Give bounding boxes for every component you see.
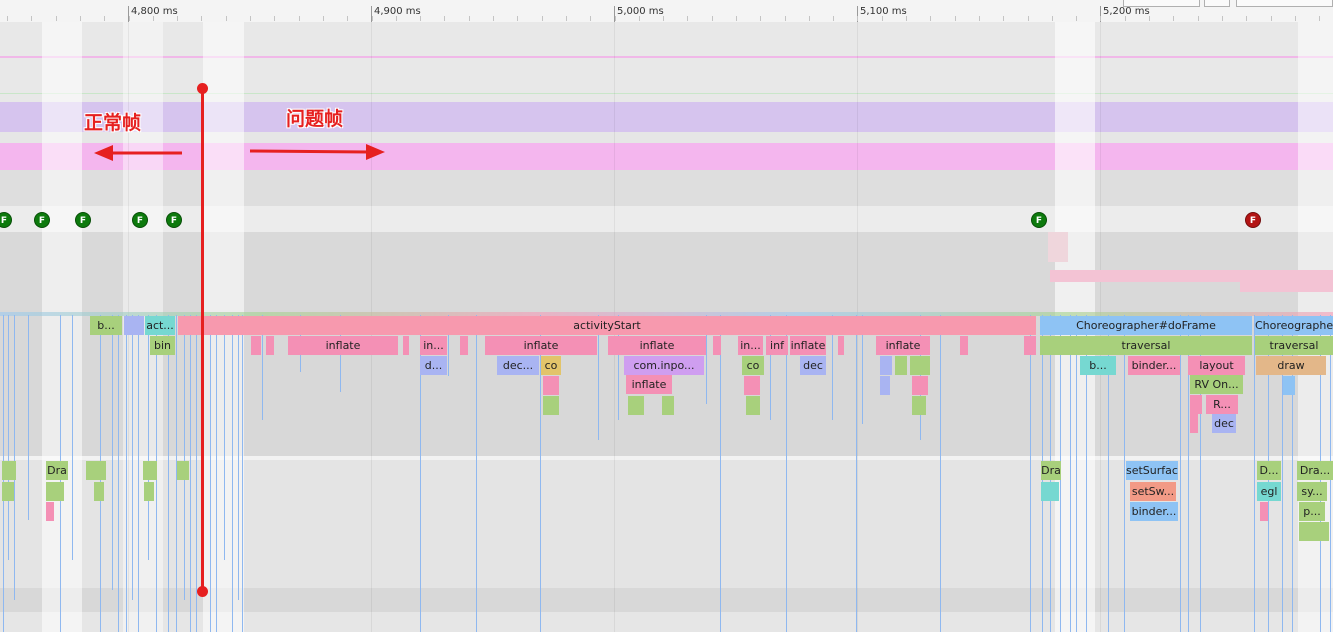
left-arrow-icon [94, 145, 182, 161]
right-arrow-icon [249, 144, 385, 160]
annotation-arrows [94, 144, 385, 161]
